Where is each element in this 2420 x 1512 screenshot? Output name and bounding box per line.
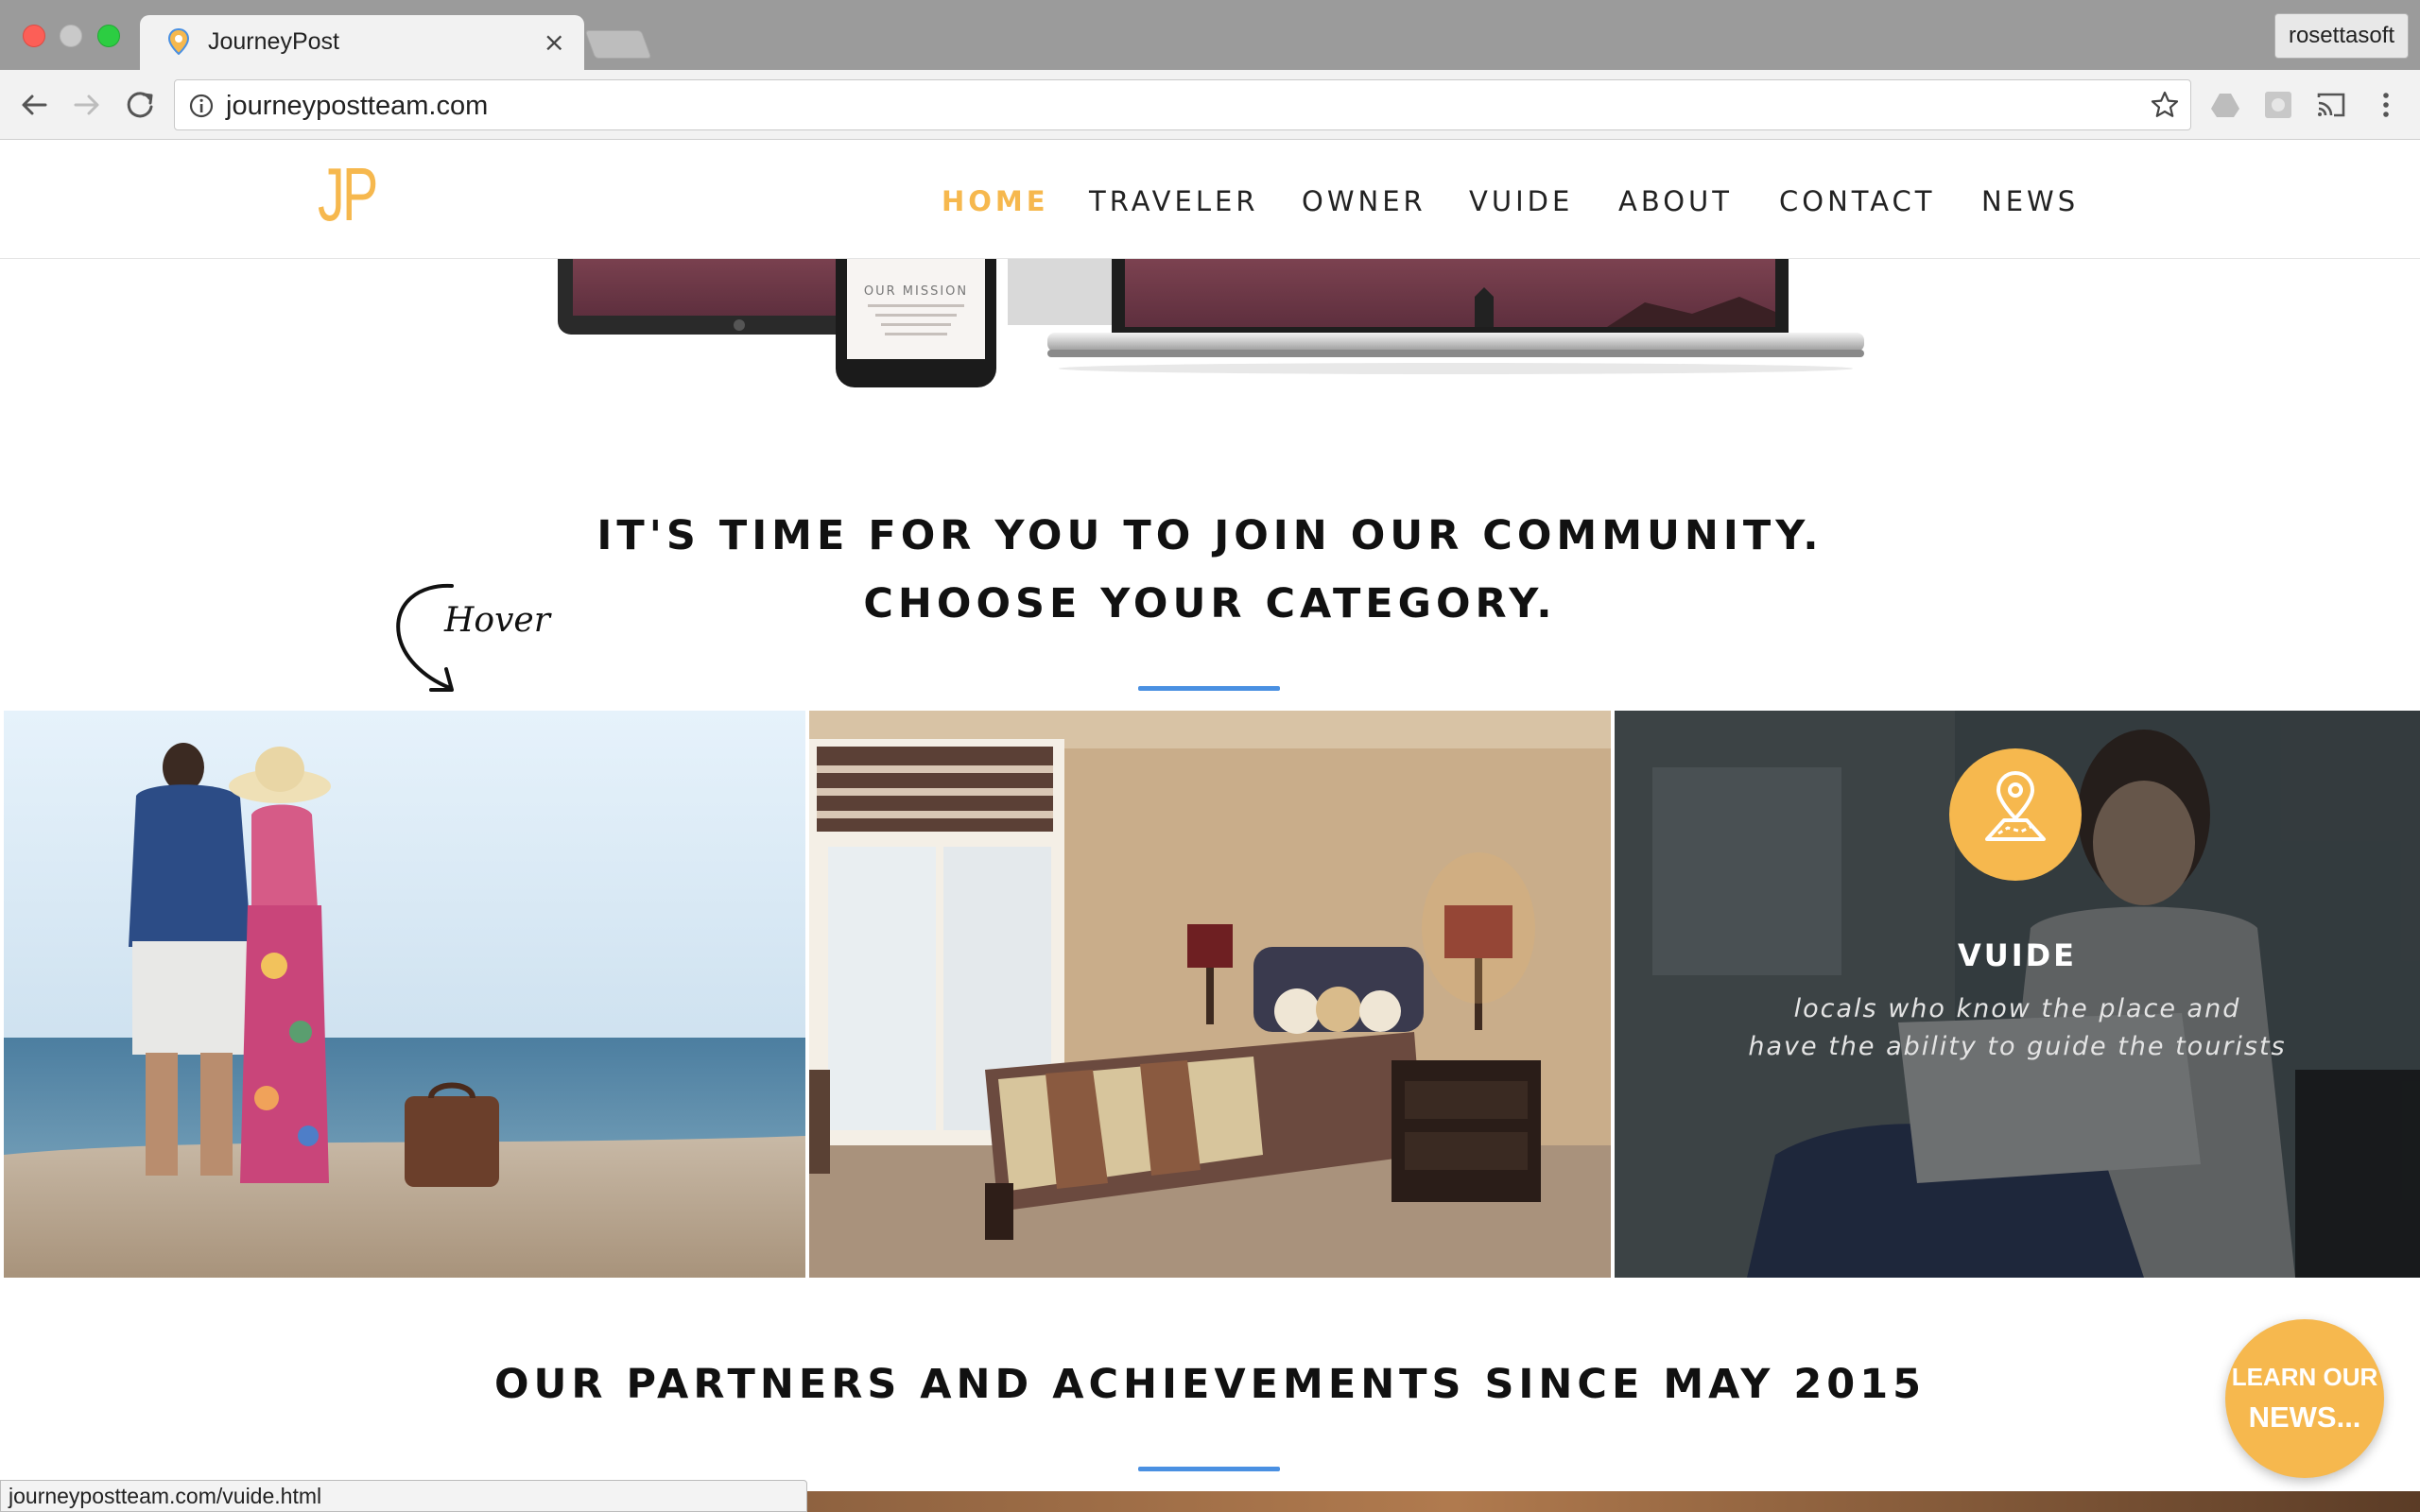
owner-photo (809, 711, 1611, 1278)
menu-dots-icon[interactable] (2369, 88, 2403, 122)
nav-about[interactable]: ABOUT (1618, 185, 1733, 217)
category-card-vuide[interactable]: VUIDE locals who know the place and have… (1615, 711, 2420, 1278)
nav-home[interactable]: HOME (942, 185, 1049, 217)
hover-annotation: Hover (444, 601, 550, 640)
info-icon[interactable] (188, 93, 215, 119)
browser-toolbar: journeypostteam.com (0, 70, 2420, 140)
nav-news[interactable]: NEWS (1981, 185, 2079, 217)
phone-heading: OUR MISSION (864, 284, 968, 299)
section-divider (1138, 686, 1280, 691)
map-pin-icon (1985, 770, 2046, 841)
bookmark-star-icon[interactable] (2149, 89, 2181, 121)
device-mockup-image: OUR MISSION (0, 259, 2420, 420)
cast-icon[interactable] (2314, 88, 2348, 122)
partners-heading: OUR PARTNERS AND ACHIEVEMENTS SINCE MAY … (493, 1361, 1927, 1408)
tab-title: JourneyPost (208, 28, 339, 55)
browser-window: JourneyPost × rosettasoft journeyposttea… (0, 0, 2420, 1512)
main-nav: HOME TRAVELER OWNER VUIDE ABOUT CONTACT … (0, 185, 2420, 223)
nav-traveler[interactable]: TRAVELER (1089, 185, 1258, 217)
category-icon-badge (1949, 748, 2082, 881)
category-description-line1: locals who know the place and (1793, 994, 2241, 1023)
url-text: journeypostteam.com (226, 91, 489, 121)
curved-arrow-icon (396, 583, 454, 692)
site-header: JP HOME TRAVELER OWNER VUIDE ABOUT CONTA… (0, 140, 2420, 259)
traveler-photo (4, 711, 805, 1278)
address-bar[interactable]: journeypostteam.com (174, 79, 2191, 130)
category-title: VUIDE (1957, 937, 2078, 973)
fab-line1: LEARN OUR (2231, 1363, 2378, 1391)
maximize-window-button[interactable] (97, 25, 120, 47)
category-cards: VUIDE locals who know the place and have… (0, 709, 2420, 1278)
profile-button[interactable]: rosettasoft (2274, 13, 2409, 59)
community-heading-line2: CHOOSE YOUR CATEGORY. (863, 580, 1557, 627)
fab-line2: NEWS... (2248, 1400, 2361, 1434)
browser-tab[interactable]: JourneyPost × (140, 15, 584, 70)
forward-arrow-icon[interactable] (68, 86, 106, 124)
category-description: locals who know the place and have the a… (1615, 990, 2420, 1066)
link-status-bar: journeypostteam.com/vuide.html (0, 1480, 807, 1512)
extension-icon[interactable] (2261, 88, 2295, 122)
back-arrow-icon[interactable] (15, 86, 53, 124)
category-card-traveler[interactable] (4, 711, 805, 1278)
minimize-window-button[interactable] (60, 25, 82, 47)
category-card-owner[interactable] (809, 711, 1611, 1278)
nav-vuide[interactable]: VUIDE (1469, 185, 1573, 217)
tab-close-icon[interactable]: × (544, 26, 565, 58)
reload-icon[interactable] (121, 86, 159, 124)
close-window-button[interactable] (23, 25, 45, 47)
nav-owner[interactable]: OWNER (1302, 185, 1426, 217)
partners-divider (1138, 1467, 1280, 1471)
location-pin-icon (168, 28, 189, 55)
category-description-line2: have the ability to guide the tourists (1748, 1032, 2287, 1061)
drive-extension-icon[interactable] (2208, 88, 2242, 122)
new-tab-button[interactable] (584, 30, 652, 59)
community-heading-line1: IT'S TIME FOR YOU TO JOIN OUR COMMUNITY. (596, 512, 1824, 559)
nav-contact[interactable]: CONTACT (1779, 185, 1936, 217)
tab-bar: JourneyPost × rosettasoft (0, 0, 2420, 70)
learn-news-button[interactable]: LEARN OUR NEWS... (2225, 1319, 2384, 1478)
